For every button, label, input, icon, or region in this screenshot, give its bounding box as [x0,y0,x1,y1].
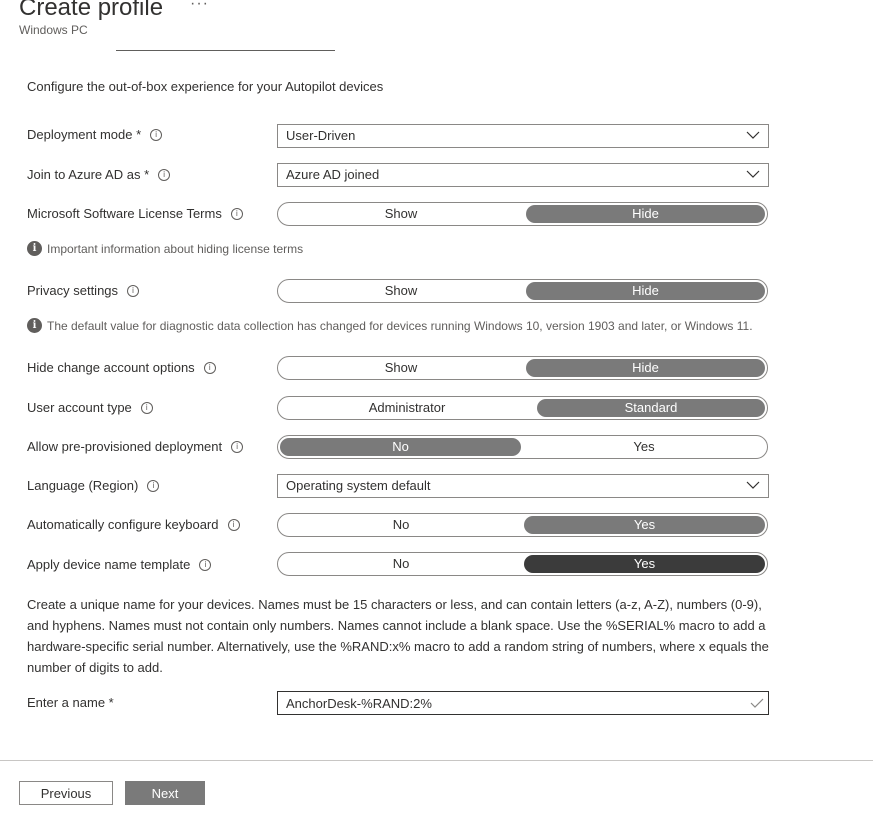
license-terms-label: Microsoft Software License Terms i [27,206,243,221]
account-type-toggle: Administrator Standard [277,396,768,420]
license-terms-show-option[interactable]: Show [280,205,522,223]
keyboard-label-text: Automatically configure keyboard [27,517,219,532]
privacy-hide-option[interactable]: Hide [526,282,765,300]
language-label-text: Language (Region) [27,478,139,493]
change-account-toggle: Show Hide [277,356,768,380]
account-type-label: User account type i [27,400,153,415]
info-icon[interactable]: i [140,401,153,414]
chevron-down-icon [746,131,760,139]
name-template-label: Apply device name template i [27,557,212,572]
join-azure-dropdown[interactable]: Azure AD joined [277,163,769,187]
name-field-label-text: Enter a name * [27,695,114,710]
name-template-description: Create a unique name for your devices. N… [27,597,769,675]
name-field-label: Enter a name * [27,695,114,710]
next-button[interactable]: Next [125,781,205,805]
deployment-mode-dropdown[interactable]: User-Driven [277,124,769,148]
checkmark-icon [750,698,764,708]
info-filled-icon: i [27,241,42,256]
preprovisioned-toggle: No Yes [277,435,768,459]
deployment-mode-value: User-Driven [286,128,356,143]
keyboard-no-option[interactable]: No [280,516,522,534]
deployment-mode-label-text: Deployment mode * [27,127,142,142]
keyboard-yes-option[interactable]: Yes [524,516,765,534]
account-type-label-text: User account type [27,400,132,415]
privacy-show-option[interactable]: Show [280,282,522,300]
keyboard-toggle: No Yes [277,513,768,537]
privacy-label-text: Privacy settings [27,283,119,298]
privacy-label: Privacy settings i [27,283,140,298]
preprovisioned-yes-option[interactable]: Yes [523,438,765,456]
account-type-standard-option[interactable]: Standard [537,399,765,417]
change-account-label-text: Hide change account options [27,360,195,375]
change-account-label: Hide change account options i [27,360,216,375]
license-notice: i Important information about hiding lic… [27,241,303,256]
info-icon[interactable]: i [199,558,212,571]
language-label: Language (Region) i [27,478,160,493]
preprovisioned-label: Allow pre-provisioned deployment i [27,439,244,454]
join-azure-value: Azure AD joined [286,167,380,182]
chevron-down-icon [746,481,760,489]
name-template-toggle: No Yes [277,552,768,576]
info-icon[interactable]: i [203,361,216,374]
more-options-button[interactable]: ··· [190,0,209,14]
info-icon[interactable]: i [147,479,160,492]
name-template-yes-option[interactable]: Yes [524,555,765,573]
join-azure-label: Join to Azure AD as * i [27,167,171,182]
previous-button[interactable]: Previous [19,781,113,805]
intro-text: Configure the out-of-box experience for … [27,79,384,94]
account-type-administrator-option[interactable]: Administrator [280,399,534,417]
license-terms-hide-option[interactable]: Hide [526,205,765,223]
license-terms-label-text: Microsoft Software License Terms [27,206,222,221]
preprovisioned-label-text: Allow pre-provisioned deployment [27,439,223,454]
language-value: Operating system default [286,478,431,493]
info-icon[interactable]: i [231,440,244,453]
info-icon[interactable]: i [158,168,171,181]
language-dropdown[interactable]: Operating system default [277,474,769,498]
change-account-hide-option[interactable]: Hide [526,359,765,377]
license-notice-text[interactable]: Important information about hiding licen… [47,242,303,256]
name-template-label-text: Apply device name template [27,557,191,572]
info-filled-icon: i [27,318,42,333]
device-name-input[interactable] [277,691,769,715]
privacy-notice: i The default value for diagnostic data … [27,318,753,333]
preprovisioned-no-option[interactable]: No [280,438,521,456]
info-icon[interactable]: i [127,284,140,297]
footer-divider [0,760,873,761]
info-icon[interactable]: i [230,207,243,220]
privacy-toggle: Show Hide [277,279,768,303]
chevron-down-icon [746,170,760,178]
keyboard-label: Automatically configure keyboard i [27,517,240,532]
name-template-no-option[interactable]: No [280,555,522,573]
join-azure-label-text: Join to Azure AD as * [27,167,150,182]
change-account-show-option[interactable]: Show [280,359,522,377]
license-terms-toggle: Show Hide [277,202,768,226]
page-subtitle: Windows PC [19,23,88,37]
info-icon[interactable]: i [227,518,240,531]
tab-indicator [116,50,335,51]
privacy-notice-text: The default value for diagnostic data co… [47,318,753,333]
page-title: Create profile [19,0,164,21]
info-icon[interactable]: i [150,128,163,141]
deployment-mode-label: Deployment mode * i [27,127,163,142]
